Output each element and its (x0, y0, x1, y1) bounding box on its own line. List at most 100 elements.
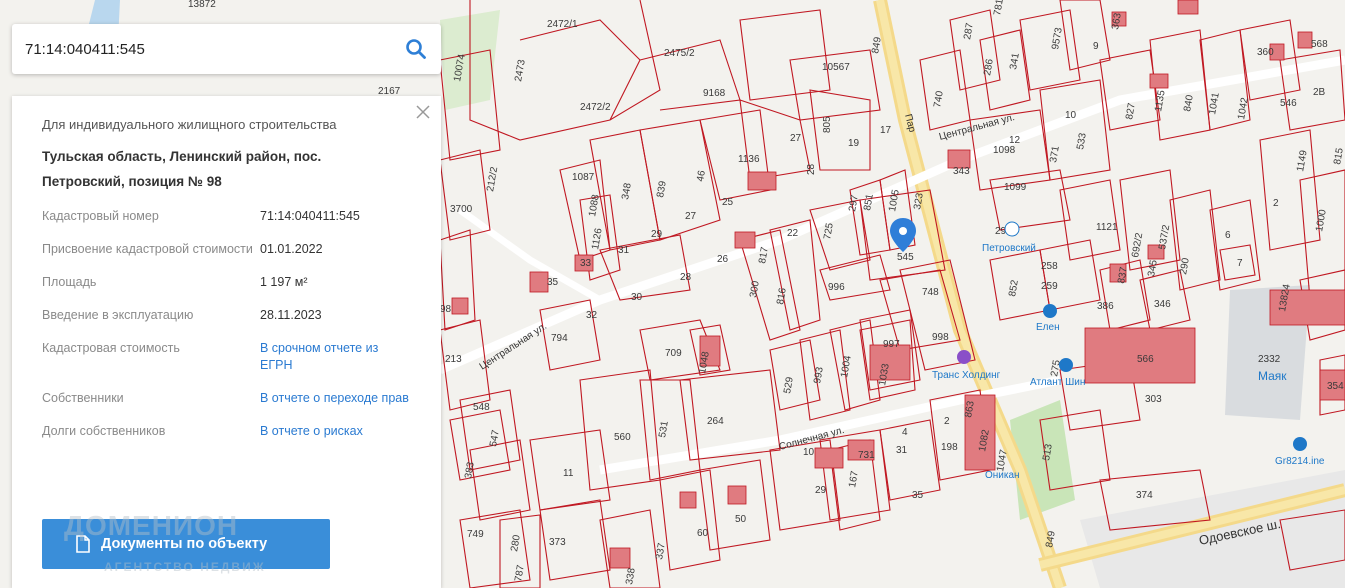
svg-text:9: 9 (1093, 41, 1099, 52)
svg-text:264: 264 (707, 416, 724, 427)
svg-text:548: 548 (473, 402, 490, 413)
svg-text:1121: 1121 (1096, 222, 1118, 233)
svg-text:386: 386 (1097, 301, 1114, 312)
svg-text:Петровский: Петровский (982, 243, 1036, 254)
parcel-info-panel: Для индивидуального жилищного строительс… (12, 96, 441, 588)
documents-button[interactable]: Документы по объекту (42, 519, 330, 569)
svg-text:10: 10 (1065, 110, 1077, 121)
address-line-2: Петровский, позиция № 98 (42, 174, 222, 189)
search-icon[interactable] (405, 38, 427, 60)
svg-text:996: 996 (828, 282, 845, 293)
parcel-address: Тульская область, Ленинский район, пос. … (42, 144, 411, 194)
row-label: Собственники (42, 391, 124, 405)
search-input[interactable] (25, 40, 405, 58)
row-value: 01.01.2022 (260, 242, 323, 256)
svg-text:6: 6 (1225, 230, 1231, 241)
svg-text:815: 815 (1332, 147, 1345, 166)
row-label: Долги собственников (42, 424, 166, 438)
svg-text:27: 27 (790, 133, 802, 144)
svg-text:545: 545 (897, 252, 914, 263)
row-label: Кадастровый номер (42, 209, 159, 223)
svg-text:19: 19 (848, 138, 860, 149)
svg-text:28: 28 (680, 272, 692, 283)
svg-text:360: 360 (1257, 47, 1274, 58)
svg-text:546: 546 (1280, 98, 1297, 109)
svg-text:259: 259 (1041, 281, 1058, 292)
svg-text:373: 373 (549, 537, 566, 548)
owners-link[interactable]: В отчете о переходе прав (260, 390, 411, 407)
svg-text:213: 213 (445, 354, 462, 365)
documents-button-label: Документы по объекту (101, 536, 268, 552)
svg-text:346: 346 (1154, 299, 1171, 310)
svg-text:Елен: Елен (1036, 322, 1060, 333)
row-cadastral-number: Кадастровый номер 71:14:040411:545 (42, 208, 411, 225)
svg-text:32: 32 (586, 310, 598, 321)
row-label: Площадь (42, 275, 97, 289)
svg-text:29: 29 (815, 485, 827, 496)
svg-text:749: 749 (467, 529, 484, 540)
svg-text:568: 568 (1311, 39, 1328, 50)
svg-text:198: 198 (941, 442, 958, 453)
svg-text:30: 30 (631, 292, 643, 303)
svg-text:1098: 1098 (993, 145, 1016, 156)
address-line-1: Тульская область, Ленинский район, пос. (42, 149, 322, 164)
svg-text:35: 35 (547, 277, 559, 288)
svg-text:10: 10 (803, 447, 815, 458)
row-commissioning: Введение в эксплуатацию 28.11.2023 (42, 307, 411, 324)
svg-text:2В: 2В (1313, 87, 1326, 98)
close-icon[interactable] (415, 104, 431, 120)
svg-text:50: 50 (735, 514, 747, 525)
row-value: 28.11.2023 (260, 308, 322, 322)
svg-text:60: 60 (697, 528, 709, 539)
svg-text:566: 566 (1137, 354, 1154, 365)
svg-text:731: 731 (858, 450, 875, 461)
row-owner-debts: Долги собственников В отчете о рисках (42, 423, 411, 440)
svg-text:17: 17 (880, 125, 892, 136)
svg-text:2472/1: 2472/1 (547, 19, 578, 30)
land-use-purpose: Для индивидуального жилищного строительс… (42, 117, 337, 132)
svg-text:1136: 1136 (738, 154, 760, 165)
row-area: Площадь 1 197 м² (42, 274, 411, 291)
svg-text:98: 98 (440, 304, 452, 315)
row-cadastral-value: Кадастровая стоимость В срочном отчете и… (42, 340, 411, 374)
svg-text:13872: 13872 (188, 0, 216, 10)
svg-text:31: 31 (618, 245, 630, 256)
svg-text:805: 805 (822, 116, 833, 133)
row-owners: Собственники В отчете о переходе прав (42, 390, 411, 407)
svg-text:748: 748 (922, 287, 939, 298)
svg-text:343: 343 (953, 166, 970, 177)
row-valuation-date: Присвоение кадастровой стоимости 01.01.2… (42, 241, 411, 258)
svg-text:2: 2 (944, 416, 950, 427)
document-icon (76, 535, 90, 553)
row-label: Присвоение кадастровой стоимости (42, 242, 253, 256)
svg-text:354: 354 (1327, 381, 1344, 392)
svg-text:997: 997 (883, 339, 900, 350)
svg-text:2: 2 (1273, 198, 1279, 209)
svg-text:Транс Холдинг: Транс Холдинг (932, 370, 1001, 381)
row-label: Введение в эксплуатацию (42, 308, 194, 322)
cadastral-value-link[interactable]: В срочном отчете из ЕГРН (260, 340, 411, 374)
svg-text:258: 258 (1041, 261, 1058, 272)
svg-text:2475/2: 2475/2 (664, 48, 695, 59)
svg-text:22: 22 (787, 228, 799, 239)
row-value: 1 197 м² (260, 275, 308, 289)
svg-text:28: 28 (806, 163, 817, 175)
svg-text:10567: 10567 (822, 62, 850, 73)
svg-text:794: 794 (551, 333, 568, 344)
row-label: Кадастровая стоимость (42, 341, 180, 355)
svg-text:29: 29 (651, 229, 663, 240)
svg-text:303: 303 (1145, 394, 1162, 405)
svg-text:Маяк: Маяк (1258, 369, 1287, 383)
search-bar (12, 24, 441, 74)
svg-text:9168: 9168 (703, 88, 726, 99)
svg-text:11: 11 (563, 468, 574, 479)
svg-text:Атлант Шин: Атлант Шин (1030, 377, 1085, 388)
svg-text:3700: 3700 (450, 204, 473, 215)
svg-text:2332: 2332 (1258, 354, 1281, 365)
svg-text:35: 35 (912, 490, 924, 501)
svg-text:2472/2: 2472/2 (580, 102, 611, 113)
svg-text:560: 560 (614, 432, 631, 443)
svg-text:26: 26 (717, 254, 729, 265)
svg-text:12: 12 (1009, 135, 1021, 146)
owner-debts-link[interactable]: В отчете о рисках (260, 423, 411, 440)
